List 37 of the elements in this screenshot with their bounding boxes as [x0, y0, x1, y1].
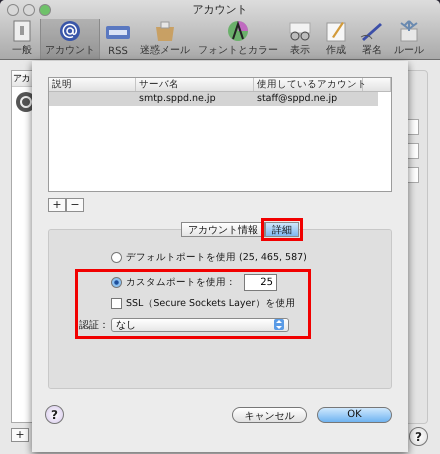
help-button[interactable]: ?	[409, 427, 428, 446]
column-header[interactable]: 使用しているアカウント	[254, 78, 363, 91]
column-header[interactable]: サーバ名	[136, 78, 254, 91]
help-button[interactable]: ?	[45, 405, 64, 424]
remove-button[interactable]: −	[66, 198, 84, 212]
stepper-icon	[274, 319, 284, 330]
table-cell-text: staff@sppd.ne.jp	[256, 92, 338, 106]
radio-label: カスタムポートを使用：	[126, 276, 236, 289]
checkbox-label: SSL（Secure Sockets Layer）を使用	[126, 297, 296, 310]
toolbar-item[interactable]: 署名	[354, 19, 390, 59]
close-button[interactable]	[7, 4, 19, 16]
auth-label: 認証：	[79, 318, 107, 332]
ok-button[interactable]: OK	[317, 406, 392, 422]
cancel-button[interactable]: キャンセル	[232, 406, 307, 422]
checkbox[interactable]	[111, 298, 122, 309]
toolbar-item[interactable]: 作成	[318, 19, 354, 59]
auth-dropdown[interactable]: なし	[111, 318, 289, 332]
add-button[interactable]: +	[48, 198, 66, 212]
column-header[interactable]: 説明	[49, 78, 136, 91]
toolbar-item[interactable]: ルール	[390, 19, 428, 59]
minimize-button[interactable]	[23, 4, 35, 16]
toolbar-item[interactable]: 迷惑メール	[136, 19, 194, 59]
add-button[interactable]: +	[11, 428, 29, 442]
table-row[interactable]: smtp.sppd.ne.jp staff@sppd.ne.jp	[49, 92, 378, 106]
toolbar-item[interactable]: 一般	[4, 19, 40, 59]
radio-label: デフォルトポートを使用 (25, 465, 587)	[126, 251, 307, 264]
window-title: アカウント	[192, 2, 248, 17]
toolbar-item[interactable]: 表示	[282, 19, 318, 59]
toolbar-item[interactable]: フォントとカラー	[194, 19, 282, 59]
tab[interactable]: アカウント情報	[181, 222, 265, 237]
toolbar-item[interactable]: アカウント	[40, 19, 100, 59]
radio-button[interactable]	[111, 252, 122, 263]
radio-button[interactable]	[111, 277, 122, 288]
zoom-button[interactable]	[39, 4, 51, 16]
table-cell-text: smtp.sppd.ne.jp	[138, 92, 217, 106]
port-field[interactable]: 25	[244, 274, 277, 291]
toolbar-item[interactable]: RSS	[100, 19, 136, 59]
